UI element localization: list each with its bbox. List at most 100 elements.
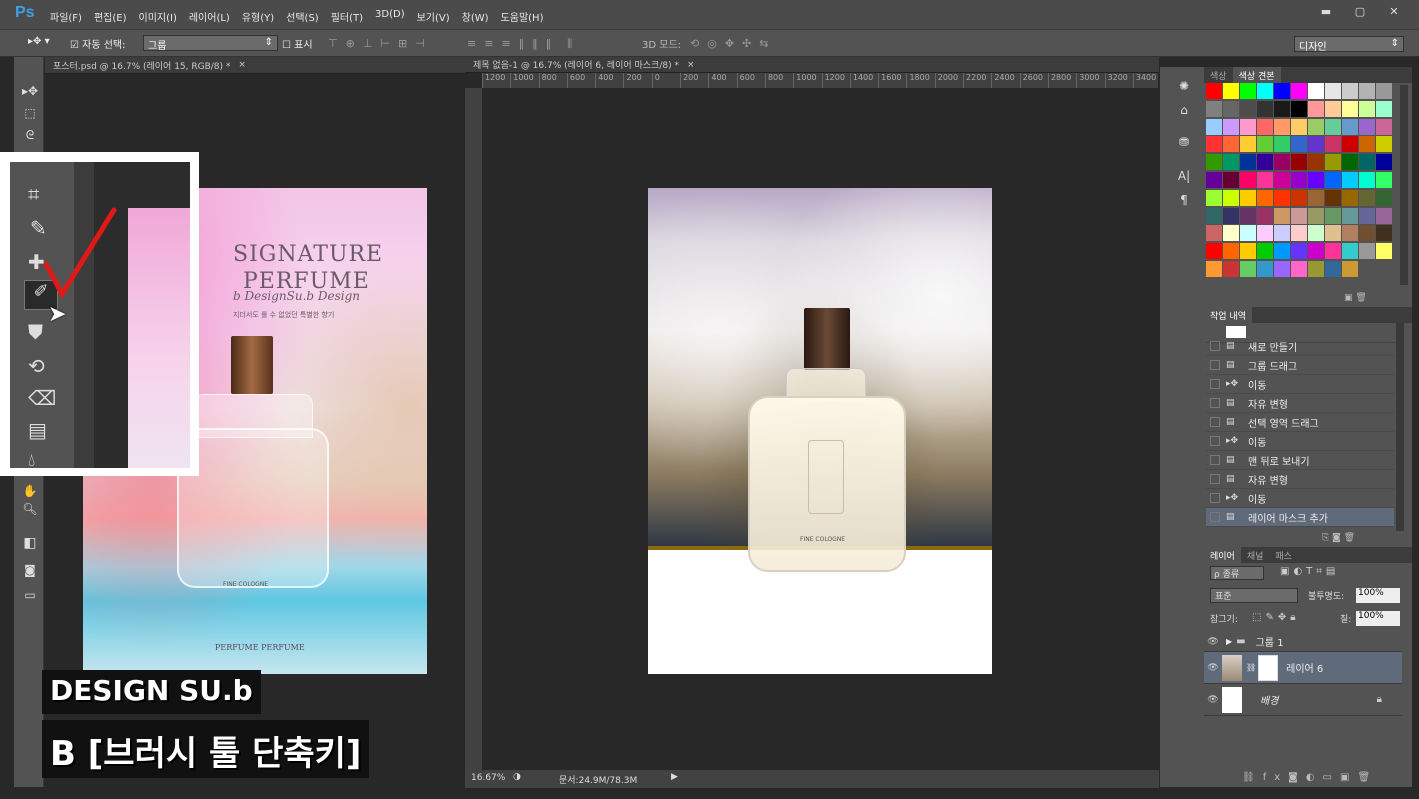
document-canvas[interactable]: FINE COLOGNE	[482, 88, 1158, 770]
align-icons[interactable]: ⊤ ⊕ ⊥ ⊢ ⊞ ⊣	[328, 37, 425, 50]
menu-item[interactable]: 필터(T)	[331, 9, 363, 24]
color-swatch[interactable]	[1274, 118, 1290, 135]
color-swatch[interactable]	[1342, 136, 1358, 153]
color-swatch[interactable]	[1240, 83, 1256, 99]
color-swatch[interactable]	[1291, 260, 1307, 277]
color-swatch[interactable]	[1359, 225, 1375, 242]
history-item[interactable]: ▸✥ 이동	[1206, 489, 1394, 508]
color-swatch[interactable]	[1325, 189, 1341, 206]
color-swatch[interactable]	[1359, 136, 1375, 153]
tab-untitled[interactable]: 제목 없음-1 @ 16.7% (레이어 6, 레이어 마스크/8) * ×	[465, 57, 1159, 73]
color-swatch[interactable]	[1257, 136, 1273, 153]
history-item[interactable]: ▤ 선택 영역 드래그	[1206, 413, 1394, 432]
color-swatch[interactable]	[1223, 100, 1239, 117]
visibility-eye-icon[interactable]: 👁︎	[1204, 637, 1222, 647]
color-swatch[interactable]	[1257, 225, 1273, 242]
history-checkbox[interactable]	[1210, 417, 1220, 427]
color-swatch[interactable]	[1223, 83, 1239, 99]
color-swatch[interactable]	[1342, 154, 1358, 171]
lasso-tool-icon[interactable]: ᘓ	[20, 125, 40, 145]
menu-item[interactable]: 파일(F)	[50, 9, 82, 24]
menu-item[interactable]: 3D(D)	[375, 9, 405, 24]
color-swatch[interactable]	[1325, 207, 1341, 224]
color-swatch[interactable]	[1308, 118, 1324, 135]
layer-6[interactable]: 👁︎ ⛓ 레이어 6	[1204, 652, 1402, 684]
color-swatch[interactable]	[1274, 207, 1290, 224]
close-tab-icon[interactable]: ×	[238, 60, 246, 70]
color-swatch[interactable]	[1223, 136, 1239, 153]
menu-item[interactable]: 레이어(L)	[189, 9, 230, 24]
color-swatch[interactable]	[1257, 154, 1273, 171]
menu-item[interactable]: 편집(E)	[94, 9, 127, 24]
color-swatch[interactable]	[1359, 154, 1375, 171]
color-swatch[interactable]	[1376, 136, 1392, 153]
color-swatch[interactable]	[1291, 83, 1307, 99]
color-swatch[interactable]	[1325, 100, 1341, 117]
close-tab-icon[interactable]: ×	[687, 60, 695, 70]
color-swatch[interactable]	[1206, 189, 1222, 206]
color-swatch[interactable]	[1206, 243, 1222, 260]
history-checkbox[interactable]	[1210, 436, 1220, 446]
color-swatch[interactable]	[1257, 171, 1273, 188]
zoom-tool-icon[interactable]: 🔍︎	[20, 499, 40, 519]
color-swatch[interactable]	[1223, 154, 1239, 171]
color-swatch[interactable]	[1274, 260, 1290, 277]
marquee-tool-icon[interactable]: ⬚	[20, 103, 40, 123]
color-swatch[interactable]	[1308, 136, 1324, 153]
color-swatch[interactable]	[1291, 207, 1307, 224]
tab-swatches[interactable]: 색상 견본	[1232, 67, 1281, 83]
color-swatch[interactable]	[1240, 171, 1256, 188]
eraser-tool-icon[interactable]: ⌫	[28, 386, 56, 410]
opacity-input[interactable]: 100%	[1356, 588, 1400, 603]
color-swatch[interactable]	[1325, 154, 1341, 171]
color-swatch[interactable]	[1342, 118, 1358, 135]
layer-group-1[interactable]: 👁︎ ▶ ▬ 그룹 1	[1204, 632, 1402, 652]
color-swatch[interactable]	[1240, 118, 1256, 135]
color-swatch[interactable]	[1359, 83, 1375, 99]
tab-poster[interactable]: 포스터.psd @ 16.7% (레이어 15, RGB/8) * ×	[45, 57, 465, 74]
color-swatch[interactable]	[1325, 83, 1341, 99]
color-swatch[interactable]	[1257, 100, 1273, 117]
distribute-icons[interactable]: ≡ ≡ ≡ ‖ ‖ ‖ ⫼	[467, 37, 572, 51]
history-item[interactable]: ▤ 자유 변형	[1206, 394, 1394, 413]
color-swatch[interactable]	[1206, 260, 1222, 277]
color-swatch[interactable]	[1376, 154, 1392, 171]
color-swatch[interactable]	[1325, 225, 1341, 242]
color-swatch[interactable]	[1223, 118, 1239, 135]
auto-select-dropdown[interactable]: 그룹 ⇕	[143, 35, 278, 52]
color-swatch[interactable]	[1376, 118, 1392, 135]
color-swatch[interactable]	[1308, 225, 1324, 242]
color-swatch[interactable]	[1223, 260, 1239, 277]
color-swatch[interactable]	[1274, 136, 1290, 153]
color-swatch[interactable]	[1257, 207, 1273, 224]
color-swatch[interactable]	[1274, 100, 1290, 117]
layer-background[interactable]: 👁︎ 배경 🔒︎	[1204, 684, 1402, 716]
color-swatch[interactable]	[1223, 207, 1239, 224]
color-swatch[interactable]	[1206, 207, 1222, 224]
history-scrollbar[interactable]	[1396, 323, 1404, 531]
color-swatch[interactable]	[1257, 83, 1273, 99]
history-checkbox[interactable]	[1210, 341, 1220, 351]
history-item[interactable]: ▤ 자유 변형	[1206, 470, 1394, 489]
color-swatch[interactable]	[1223, 189, 1239, 206]
move-tool-preset-icon[interactable]: ▸✥ ▾	[28, 36, 50, 47]
tab-color[interactable]: 색상	[1204, 67, 1233, 83]
color-swatch[interactable]	[1291, 100, 1307, 117]
color-swatch[interactable]	[1308, 83, 1324, 99]
color-swatch[interactable]	[1274, 154, 1290, 171]
color-swatch[interactable]	[1223, 225, 1239, 242]
color-swatch[interactable]	[1325, 118, 1341, 135]
history-checkbox[interactable]	[1210, 455, 1220, 465]
color-swatch[interactable]	[1274, 225, 1290, 242]
tab-paths[interactable]: 패스	[1269, 547, 1298, 563]
history-item[interactable]: ▤ 새로 만들기	[1206, 337, 1394, 356]
menu-item[interactable]: 보기(V)	[417, 9, 450, 24]
expand-arrow-icon[interactable]: ▶	[1226, 637, 1232, 646]
color-swatch[interactable]	[1206, 100, 1222, 117]
color-swatch[interactable]	[1342, 207, 1358, 224]
color-swatch[interactable]	[1359, 100, 1375, 117]
menu-item[interactable]: 창(W)	[462, 9, 489, 24]
character-icon[interactable]: A|	[1174, 169, 1194, 189]
visibility-eye-icon[interactable]: 👁︎	[1204, 663, 1222, 673]
color-swatch[interactable]	[1342, 243, 1358, 260]
